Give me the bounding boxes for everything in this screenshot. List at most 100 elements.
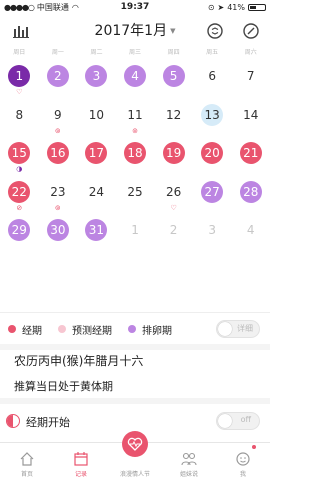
calendar-day[interactable]: 21 (231, 137, 270, 176)
ovulation-dot-icon (128, 325, 136, 333)
calendar-day[interactable]: 4 (231, 214, 270, 253)
period-start-toggle[interactable]: off (216, 412, 260, 430)
tab-valentine[interactable]: 浪漫情人节 (108, 431, 162, 481)
predicted-dot-icon (58, 325, 66, 333)
wifi-icon: ◠ (71, 2, 79, 12)
tab-sisters[interactable]: 姐妹说 (162, 443, 216, 481)
day-number: 29 (8, 219, 31, 241)
note-icon: ⊚ (54, 126, 61, 135)
day-number: 12 (165, 107, 182, 122)
calendar-day[interactable]: 11 ⊚ (116, 99, 155, 138)
calendar-icon (74, 452, 88, 466)
edit-icon[interactable] (240, 20, 262, 42)
calendar-day[interactable]: 6 (193, 60, 232, 99)
tab-label: 姐妹说 (179, 471, 198, 478)
profile-icon (236, 452, 250, 466)
calendar-day[interactable]: 9 ⊚ (39, 99, 78, 138)
day-number: 28 (239, 180, 262, 203)
calendar-day[interactable]: 30 (39, 214, 78, 253)
calendar-day[interactable]: 16 (39, 137, 78, 176)
period-start-label: 经期开始 (26, 416, 70, 429)
day-number: 22 (8, 180, 31, 203)
calendar-day[interactable]: 17 (77, 137, 116, 176)
status-bar: ●●●●○ 中国联通 ◠ 19:37 ⊙ ➤ 41% (0, 0, 270, 14)
day-number: 15 (8, 142, 31, 164)
day-number: 24 (88, 184, 105, 199)
calendar-day[interactable]: 3 (193, 214, 232, 253)
calendar-day[interactable]: 22 ⊘ (0, 176, 39, 215)
calendar-day[interactable]: 24 (77, 176, 116, 215)
calendar-day[interactable]: 23 ⊚ (39, 176, 78, 215)
day-number: 2 (46, 65, 69, 87)
note-icon: ⊚ (54, 203, 61, 212)
calendar-day[interactable]: 1 ♡ (0, 60, 39, 99)
calendar-day[interactable]: 27 (193, 176, 232, 215)
day-number: 25 (127, 184, 143, 199)
carrier-label: 中国联通 (36, 2, 69, 12)
sync-icon[interactable] (204, 20, 226, 42)
period-dot-icon (8, 325, 16, 333)
calendar-week: 22 ⊘ 23 ⊚ 24 25 26 ♡ 27 28 (0, 176, 270, 215)
tab-label: 我 (239, 471, 246, 478)
calendar-day[interactable]: 19 (154, 137, 193, 176)
day-number: 7 (246, 69, 255, 83)
day-number: 21 (239, 142, 262, 164)
battery-percent: 41% (227, 2, 245, 12)
calendar-day[interactable]: 2 (154, 214, 193, 253)
weekday-label: 周六 (244, 49, 257, 56)
calendar-day[interactable]: 20 (193, 137, 232, 176)
calendar-day[interactable]: 8 (0, 99, 39, 138)
divider (0, 312, 270, 313)
legend-period: 经期 (8, 322, 42, 337)
calendar-day[interactable]: 5 (154, 60, 193, 99)
calendar-day[interactable]: 2 (39, 60, 78, 99)
calendar-day[interactable]: 25 (116, 176, 155, 215)
toggle-label: off (240, 415, 251, 424)
calendar-day[interactable]: 7 (231, 60, 270, 99)
month-selector[interactable]: 2017年1月 ▼ (0, 20, 270, 40)
calendar-day[interactable]: 15 ◑ (0, 137, 39, 176)
weekday-label: 周三 (129, 49, 142, 56)
day-number: 30 (46, 219, 69, 241)
weekday-label: 周日 (13, 49, 26, 56)
tab-label: 首页 (20, 471, 33, 478)
battery-icon (248, 3, 266, 11)
day-number: 20 (201, 142, 224, 164)
calendar-grid: 1 ♡ 2 3 4 5 6 7 8 9 ⊚ 10 11 ⊚ 12 13 14 15 ◑ … (0, 60, 270, 253)
calendar-day[interactable]: 12 (154, 99, 193, 138)
calendar-day[interactable]: 3 (77, 60, 116, 99)
calendar-day[interactable]: 31 (77, 214, 116, 253)
calendar-day[interactable]: 4 (116, 60, 155, 99)
calendar-header: 2017年1月 ▼ (0, 16, 270, 48)
day-number: 23 (50, 184, 66, 199)
day-number: 14 (243, 107, 259, 122)
day-number: 5 (162, 65, 185, 87)
lunar-date: 农历丙申(猴)年腊月十六 (14, 354, 144, 368)
calendar-day[interactable]: 1 (116, 214, 155, 253)
period-start-icon (6, 414, 20, 428)
calendar-day[interactable]: 26 ♡ (154, 176, 193, 215)
calendar-week: 1 ♡ 2 3 4 5 6 7 (0, 60, 270, 99)
day-number: 9 (54, 107, 62, 122)
signal-icon: ●●●●○ (4, 2, 35, 12)
heart-icon: ♡ (170, 203, 177, 212)
tab-record[interactable]: 记录 (54, 443, 108, 481)
calendar-day[interactable]: 13 (193, 99, 232, 138)
calendar-day[interactable]: 18 (116, 137, 155, 176)
detail-toggle[interactable]: 详细 (216, 320, 260, 338)
month-title: 2017年1月 (94, 23, 168, 39)
weekday-header: 周日 周一 周二 周三 周四 周五 周六 (0, 47, 270, 57)
home-icon (20, 452, 34, 466)
calendar-day[interactable]: 14 (231, 99, 270, 138)
cycle-phase: 推算当日处于黄体期 (14, 380, 113, 393)
calendar-day[interactable]: 28 (231, 176, 270, 215)
tab-me[interactable]: 我 (216, 443, 270, 481)
calendar-day[interactable]: 29 (0, 214, 39, 253)
day-number: 2 (169, 223, 178, 237)
calendar-day[interactable]: 10 (77, 99, 116, 138)
users-icon (181, 452, 197, 466)
day-number: 17 (85, 142, 108, 164)
tab-home[interactable]: 首页 (0, 443, 54, 481)
day-number: 26 (165, 184, 182, 199)
tab-label: 浪漫情人节 (119, 471, 150, 478)
